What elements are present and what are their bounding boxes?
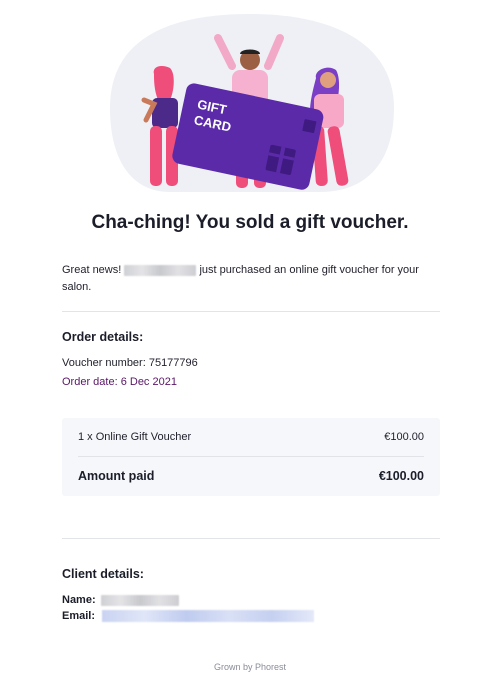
- voucher-number: Voucher number: 75177796: [62, 357, 198, 369]
- gift-voucher-email: GIFT CARD Cha-ching! You sold a gift vou…: [0, 0, 500, 687]
- intro-text: Great news! just purchased an online gif…: [62, 262, 442, 296]
- redacted-email-link[interactable]: [102, 610, 315, 623]
- client-name-row: Name:: [62, 594, 179, 606]
- redacted-client-name: [124, 264, 197, 276]
- gift-card-illustration: GIFT CARD: [110, 14, 394, 192]
- order-total-row: Amount paid €100.00: [78, 469, 424, 483]
- order-details-heading: Order details:: [62, 330, 144, 344]
- divider: [62, 538, 440, 539]
- footer-credit: Grown by Phorest: [213, 662, 287, 672]
- total-value: €100.00: [378, 469, 424, 483]
- order-summary-box: 1 x Online Gift Voucher €100.00 Amount p…: [62, 418, 440, 496]
- client-details-heading: Client details:: [62, 567, 144, 581]
- client-email-row: Email:: [62, 610, 315, 623]
- item-label: 1 x Online Gift Voucher: [78, 431, 192, 443]
- summary-divider: [78, 456, 424, 457]
- intro-prefix: Great news!: [62, 264, 122, 276]
- page-title: Cha-ching! You sold a gift voucher.: [91, 212, 409, 233]
- item-price: €100.00: [384, 431, 424, 443]
- total-label: Amount paid: [78, 469, 155, 483]
- divider: [62, 311, 440, 312]
- email-label: Email:: [62, 610, 96, 622]
- name-label: Name:: [62, 594, 96, 606]
- redacted-name-value: [100, 594, 179, 606]
- order-line-item: 1 x Online Gift Voucher €100.00: [78, 431, 424, 443]
- order-date: Order date: 6 Dec 2021: [62, 376, 177, 388]
